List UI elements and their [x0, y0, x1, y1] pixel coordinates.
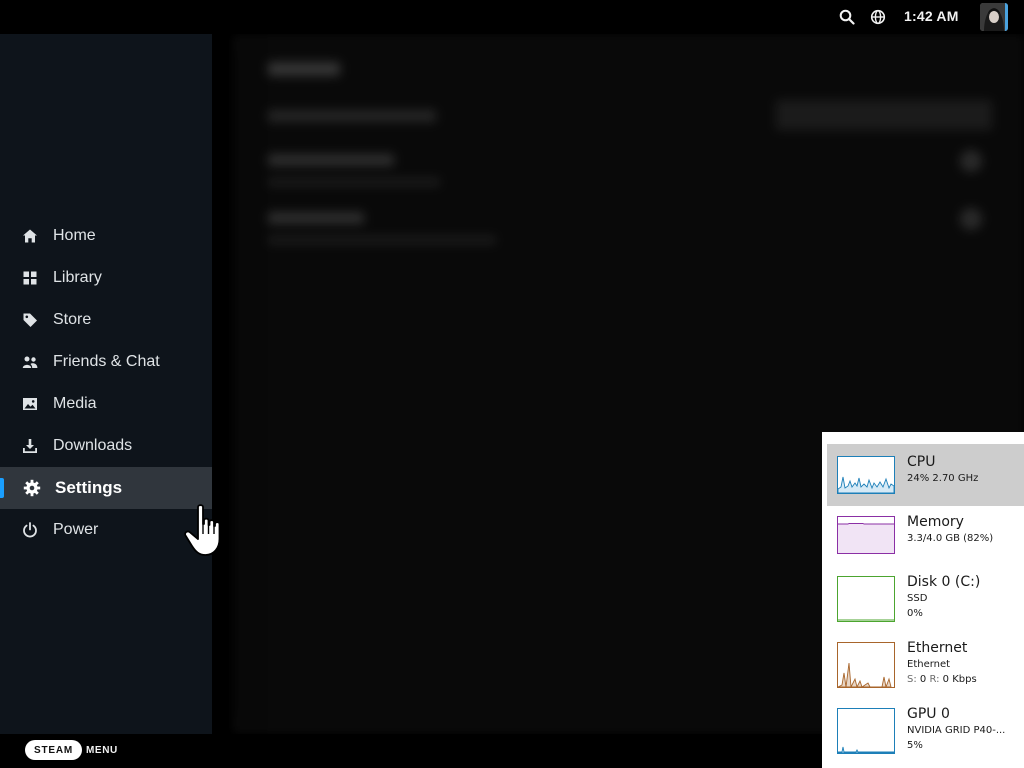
sidebar-item-label: Settings [55, 478, 123, 497]
perf-detail: S: 0 R: 0 Kbps [907, 674, 977, 685]
task-manager-performance-panel: CPU 24% 2.70 GHz Memory 3.3/4.0 GB (82%)… [822, 432, 1024, 768]
sidebar-item-downloads[interactable]: Downloads [0, 425, 212, 467]
memory-graph [837, 516, 895, 554]
search-icon[interactable] [838, 8, 856, 26]
send-value: 0 [919, 674, 927, 685]
perf-detail: SSD [907, 593, 928, 604]
menu-hint-label: MENU [86, 745, 118, 756]
perf-name: Memory [907, 514, 964, 530]
steam-deck-screen: 1:42 AM Home Library Store Friends & Cha… [0, 0, 1024, 768]
sidebar-item-media[interactable]: Media [0, 383, 212, 425]
perf-item-ethernet[interactable]: Ethernet Ethernet S: 0 R: 0 Kbps [827, 636, 1024, 698]
perf-name: Disk 0 (C:) [907, 574, 981, 590]
sidebar-item-settings[interactable]: Settings [0, 467, 212, 509]
perf-item-disk[interactable]: Disk 0 (C:) SSD 0% [827, 570, 1024, 632]
sidebar-item-library[interactable]: Library [0, 257, 212, 299]
tag-icon [21, 311, 39, 329]
perf-detail: 5% [907, 740, 923, 751]
perf-detail: 3.3/4.0 GB (82%) [907, 533, 994, 544]
gpu-graph [837, 708, 895, 754]
steam-button[interactable]: STEAM [25, 740, 82, 760]
perf-item-gpu[interactable]: GPU 0 NVIDIA GRID P40-... 5% [827, 702, 1024, 764]
perf-detail: NVIDIA GRID P40-... [907, 725, 1006, 736]
home-icon [21, 227, 39, 245]
main-menu-sidebar: Home Library Store Friends & Chat Media … [0, 34, 212, 734]
download-icon [21, 437, 39, 455]
sidebar-item-label: Library [53, 269, 102, 286]
receive-label: R: [929, 674, 940, 685]
send-label: S: [907, 674, 917, 685]
sidebar-item-label: Media [53, 395, 97, 412]
cpu-graph [837, 456, 895, 494]
perf-detail: Ethernet [907, 659, 951, 670]
clock: 1:42 AM [904, 8, 959, 24]
power-icon [21, 521, 39, 539]
hand-pointer-cursor-icon [183, 503, 227, 564]
perf-item-memory[interactable]: Memory 3.3/4.0 GB (82%) [827, 508, 1024, 570]
ethernet-graph [837, 642, 895, 688]
globe-icon[interactable] [869, 8, 887, 26]
grid-icon [21, 269, 39, 287]
perf-name: Ethernet [907, 640, 968, 656]
receive-value: 0 Kbps [942, 674, 977, 685]
image-icon [21, 395, 39, 413]
gear-icon [23, 479, 41, 497]
sidebar-item-friends[interactable]: Friends & Chat [0, 341, 212, 383]
sidebar-item-label: Friends & Chat [53, 353, 160, 370]
perf-name: CPU [907, 454, 936, 470]
friends-icon [21, 353, 39, 371]
sidebar-item-label: Downloads [53, 437, 133, 454]
avatar[interactable] [980, 3, 1008, 31]
online-indicator [1005, 3, 1008, 31]
perf-detail: 0% [907, 608, 923, 619]
perf-detail: 24% 2.70 GHz [907, 473, 979, 484]
sidebar-item-label: Store [53, 311, 92, 328]
disk-graph [837, 576, 895, 622]
sidebar-item-home[interactable]: Home [0, 215, 212, 257]
perf-name: GPU 0 [907, 706, 950, 722]
main-menu-list: Home Library Store Friends & Chat Media … [0, 215, 212, 551]
sidebar-item-store[interactable]: Store [0, 299, 212, 341]
sidebar-item-power[interactable]: Power [0, 509, 212, 551]
top-bar: 1:42 AM [0, 0, 1024, 34]
perf-item-cpu[interactable]: CPU 24% 2.70 GHz [827, 444, 1024, 506]
sidebar-item-label: Power [53, 521, 99, 538]
sidebar-item-label: Home [53, 227, 96, 244]
avatar-image [980, 3, 1008, 31]
